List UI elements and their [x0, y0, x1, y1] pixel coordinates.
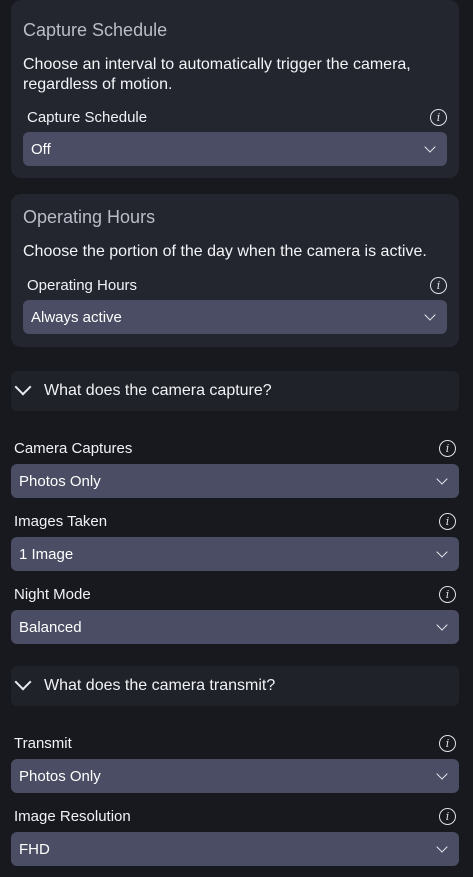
capture-schedule-value: Off [31, 140, 51, 158]
info-icon[interactable]: i [439, 585, 456, 603]
chevron-down-icon [14, 378, 32, 396]
images-taken-select[interactable]: 1 Image [11, 537, 459, 571]
capture-section-toggle[interactable]: What does the camera capture? [11, 371, 459, 411]
night-mode-value: Balanced [19, 618, 82, 636]
transmit-field: Transmit i Photos Only [11, 731, 459, 793]
operating-hours-description: Choose the portion of the day when the c… [23, 243, 427, 260]
images-taken-field: Images Taken i 1 Image [11, 509, 459, 571]
images-taken-label: Images Taken [14, 512, 108, 530]
image-resolution-label: Image Resolution [14, 807, 131, 825]
capture-schedule-title: Capture Schedule [23, 20, 168, 40]
capture-schedule-label-row: Capture Schedule i [23, 105, 447, 129]
night-mode-label: Night Mode [14, 585, 91, 603]
chevron-down-icon [436, 767, 448, 780]
operating-hours-label-row: Operating Hours i [23, 273, 447, 297]
camera-captures-value: Photos Only [19, 472, 101, 490]
capture-schedule-select[interactable]: Off [23, 132, 447, 166]
image-resolution-value: FHD [19, 840, 50, 858]
capture-schedule-description: Choose an interval to automatically trig… [23, 56, 411, 93]
transmit-label: Transmit [14, 734, 72, 752]
chevron-down-icon [436, 840, 448, 853]
camera-captures-label: Camera Captures [14, 439, 133, 457]
operating-hours-select[interactable]: Always active [23, 300, 447, 334]
capture-schedule-card: Capture Schedule Choose an interval to a… [11, 0, 459, 178]
transmit-section-toggle[interactable]: What does the camera transmit? [11, 666, 459, 706]
operating-hours-card: Operating Hours Choose the portion of th… [11, 194, 459, 347]
capture-section-title: What does the camera capture? [44, 382, 272, 399]
chevron-down-icon [424, 308, 436, 321]
operating-hours-label: Operating Hours [27, 276, 138, 294]
transmit-section-title: What does the camera transmit? [44, 677, 276, 694]
info-icon[interactable]: i [430, 276, 447, 294]
operating-hours-value: Always active [31, 308, 122, 326]
transmit-value: Photos Only [19, 767, 101, 785]
camera-captures-select[interactable]: Photos Only [11, 464, 459, 498]
info-icon[interactable]: i [430, 108, 447, 126]
info-icon[interactable]: i [439, 807, 456, 825]
night-mode-field: Night Mode i Balanced [11, 582, 459, 644]
info-icon[interactable]: i [439, 439, 456, 457]
info-icon[interactable]: i [439, 734, 456, 752]
image-resolution-select[interactable]: FHD [11, 832, 459, 866]
camera-captures-field: Camera Captures i Photos Only [11, 436, 459, 498]
image-resolution-field: Image Resolution i FHD [11, 804, 459, 866]
chevron-down-icon [436, 545, 448, 558]
chevron-down-icon [436, 618, 448, 631]
night-mode-select[interactable]: Balanced [11, 610, 459, 644]
transmit-select[interactable]: Photos Only [11, 759, 459, 793]
camera-settings-page: Capture Schedule Choose an interval to a… [0, 0, 473, 877]
chevron-down-icon [14, 673, 32, 691]
images-taken-value: 1 Image [19, 545, 74, 563]
chevron-down-icon [424, 140, 436, 153]
operating-hours-title: Operating Hours [23, 207, 156, 227]
capture-schedule-label: Capture Schedule [27, 108, 148, 126]
info-icon[interactable]: i [439, 512, 456, 530]
chevron-down-icon [436, 472, 448, 485]
